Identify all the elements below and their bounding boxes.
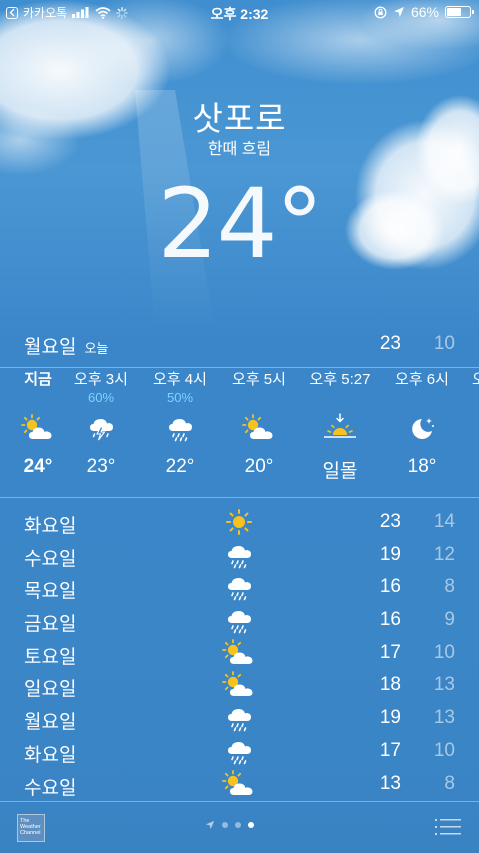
day-high: 17 xyxy=(379,641,401,663)
moon-stars-icon xyxy=(382,406,462,450)
precip-chance: 60% xyxy=(87,390,115,405)
page-indicator[interactable] xyxy=(205,820,254,830)
sunset-icon xyxy=(300,406,380,450)
hourly-item: 오후 4시 50% 22° xyxy=(140,370,220,478)
hourly-item: 오후 3시 60% 23° xyxy=(61,370,141,478)
daily-row: 수요일 13 8 xyxy=(0,768,479,801)
hourly-item-clipped: 오 xyxy=(472,371,479,388)
day-low: 9 xyxy=(444,609,455,631)
day-low: 12 xyxy=(433,543,455,565)
hour-temp: 23° xyxy=(86,456,116,477)
today-label: 오늘 xyxy=(84,341,109,356)
city-name: 삿포로 xyxy=(192,100,287,137)
day-high: 19 xyxy=(379,543,401,565)
hour-time: 오후 6시 xyxy=(395,371,449,388)
day-name: 화요일 xyxy=(24,744,77,766)
rotation-lock-icon xyxy=(374,6,387,18)
page-dot[interactable] xyxy=(222,822,228,828)
day-high: 18 xyxy=(379,674,401,696)
hour-time: 오후 3시 xyxy=(74,371,128,388)
day-low: 10 xyxy=(433,739,455,761)
condition-text: 한때 흐림 xyxy=(207,141,272,158)
daily-row: 수요일 19 12 xyxy=(0,539,479,572)
today-low: 10 xyxy=(433,333,455,354)
day-low: 10 xyxy=(433,641,455,663)
page-dot[interactable] xyxy=(248,822,254,828)
day-high: 19 xyxy=(379,707,401,729)
hourly-forecast[interactable]: 지금 24° 오후 3시 60% 23° 오후 4시 50% 22° 오후 5시 20… xyxy=(0,370,479,496)
rain-cloud-icon xyxy=(222,574,256,601)
partly-sunny-icon xyxy=(222,769,256,797)
rain-cloud-icon xyxy=(222,738,256,765)
day-name: 월요일 xyxy=(24,712,77,734)
daily-row: 일요일 18 13 xyxy=(0,669,479,702)
day-name: 토요일 xyxy=(24,646,77,668)
location-arrow-icon xyxy=(393,7,404,17)
rain-cloud-icon xyxy=(222,607,256,634)
today-high: 23 xyxy=(379,333,401,354)
hour-temp: 일몰 xyxy=(322,461,358,482)
day-high: 23 xyxy=(379,511,401,532)
hour-time: 오후 5:27 xyxy=(309,371,371,388)
hour-temp: 22° xyxy=(165,456,195,477)
status-right: 66% xyxy=(374,4,474,20)
hour-temp: 18° xyxy=(407,456,437,477)
rain-cloud-icon xyxy=(222,542,256,568)
day-low: 13 xyxy=(433,707,455,729)
day-high: 16 xyxy=(379,609,401,631)
day-low: 8 xyxy=(444,772,455,794)
rain-cloud-icon xyxy=(222,705,256,732)
location-arrow-icon xyxy=(205,820,215,830)
day-name: 화요일 xyxy=(24,516,77,537)
day-high: 16 xyxy=(379,576,401,598)
precip-chance xyxy=(219,390,299,406)
hour-time: 오후 4시 xyxy=(153,371,207,388)
daily-row: 목요일 16 8 xyxy=(0,571,479,604)
today-day-label: 월요일 xyxy=(24,337,77,358)
today-day: 월요일 오늘 xyxy=(24,332,108,359)
daily-forecast[interactable]: 화요일 23 14 수요일 19 12 목요일 16 8 금요일 16 9 토요일 17… xyxy=(0,506,479,800)
day-name: 수요일 xyxy=(24,777,77,799)
daily-row: 금요일 16 9 xyxy=(0,604,479,637)
partly-sunny-icon xyxy=(219,406,299,450)
rain-cloud-icon xyxy=(140,406,220,450)
hour-temp: 20° xyxy=(244,456,274,477)
battery-icon xyxy=(445,6,474,18)
page-dot[interactable] xyxy=(235,822,241,828)
day-name: 수요일 xyxy=(24,548,77,570)
partly-sunny-icon xyxy=(222,638,256,666)
day-name: 금요일 xyxy=(24,614,77,636)
battery-percent: 66% xyxy=(410,4,439,20)
hourly-item: 오후 6시 18° xyxy=(382,370,462,478)
day-low: 14 xyxy=(433,511,455,532)
day-low: 13 xyxy=(433,674,455,696)
today-row: 월요일 오늘 23 10 xyxy=(0,327,479,363)
daily-row: 월요일 19 13 xyxy=(0,702,479,735)
daily-row: 화요일 17 10 xyxy=(0,735,479,768)
day-name: 목요일 xyxy=(24,581,77,603)
divider xyxy=(0,497,479,498)
day-name: 일요일 xyxy=(24,679,77,701)
bottom-bar: The Weather Channel xyxy=(0,802,479,853)
daily-row: 토요일 17 10 xyxy=(0,637,479,670)
precip-chance xyxy=(300,390,380,406)
precip-chance xyxy=(382,390,462,406)
status-bar: 카카오톡 오후 2:32 66% xyxy=(0,0,479,24)
weather-channel-logo[interactable]: The Weather Channel xyxy=(17,814,45,842)
current-temperature: 24° xyxy=(157,168,323,280)
day-high: 13 xyxy=(379,772,401,794)
precip-chance: 50% xyxy=(166,390,194,405)
city-list-icon[interactable] xyxy=(435,818,461,836)
divider xyxy=(0,367,479,368)
sun-icon xyxy=(222,509,256,535)
day-low: 8 xyxy=(444,576,455,598)
hour-time: 오후 5시 xyxy=(232,371,286,388)
partly-sunny-icon xyxy=(222,671,256,698)
daily-row: 화요일 23 14 xyxy=(0,506,479,539)
thunderstorm-icon xyxy=(61,406,141,450)
hourly-item: 오후 5시 20° xyxy=(219,370,299,478)
day-high: 17 xyxy=(379,739,401,761)
hourly-item: 오후 5:27 일몰 xyxy=(300,370,380,483)
